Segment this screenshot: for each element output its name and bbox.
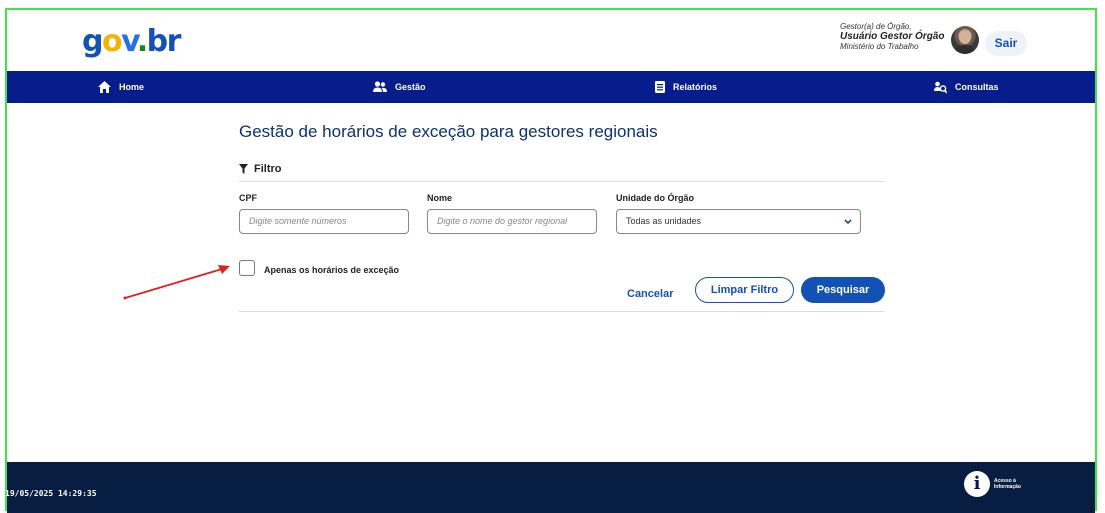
excecao-checkbox-label[interactable]: Apenas os horários de exceção (264, 265, 399, 275)
nav-label-consultas: Consultas (955, 82, 999, 92)
avatar[interactable] (951, 26, 979, 54)
unidade-label: Unidade do Órgão (616, 193, 695, 203)
app-window: gov.br Gestor(a) de Órgão, Usuário Gesto… (7, 10, 1095, 513)
info-icon: i (964, 471, 990, 497)
excecao-checkbox[interactable] (239, 260, 255, 276)
unidade-select[interactable]: Todas as unidades (616, 209, 861, 234)
govbr-logo[interactable]: gov.br (82, 24, 181, 59)
nav-item-gestao[interactable]: Gestão (373, 71, 426, 103)
header: gov.br Gestor(a) de Órgão, Usuário Gesto… (7, 10, 1095, 71)
nav-label-relatorios: Relatórios (673, 82, 718, 92)
search-users-icon (934, 81, 947, 93)
acesso-informacao-link[interactable]: i Acesso à Informação (964, 471, 1024, 497)
nav-item-home[interactable]: Home (98, 71, 144, 103)
user-org: Ministério do Trabalho (840, 42, 919, 51)
acesso-informacao-label: Acesso à Informação (994, 478, 1021, 490)
annotation-arrow-icon (123, 265, 230, 300)
clear-filter-button[interactable]: Limpar Filtro (695, 277, 794, 303)
search-button[interactable]: Pesquisar (801, 277, 885, 303)
cancel-button[interactable]: Cancelar (627, 281, 673, 307)
document-icon (655, 81, 665, 93)
nome-input[interactable]: Digite o nome do gestor regional (427, 209, 597, 234)
avatar-face (959, 31, 971, 44)
main-nav: Home Gestão Relatórios Consultas (7, 71, 1095, 103)
chevron-down-icon (844, 210, 852, 242)
filter-divider (239, 181, 885, 182)
page-title: Gestão de horários de exceção para gesto… (239, 122, 658, 141)
nav-label-home: Home (119, 82, 145, 92)
logout-button[interactable]: Sair (985, 31, 1027, 56)
home-icon (98, 81, 111, 93)
users-icon (373, 81, 387, 92)
filter-icon (239, 164, 248, 174)
nav-item-relatorios[interactable]: Relatórios (655, 71, 717, 103)
cpf-input[interactable]: Digite somente números (239, 209, 409, 234)
user-info: Gestor(a) de Órgão, Usuário Gestor Órgão… (840, 22, 944, 52)
footer (7, 462, 1095, 513)
filter-label: Filtro (254, 163, 282, 175)
user-name: Usuário Gestor Órgão (840, 31, 945, 42)
timestamp: 19/05/2025 14:29:35 (5, 489, 97, 498)
avatar-shirt (954, 45, 976, 54)
unidade-select-value: Todas as unidades (626, 216, 702, 226)
nav-item-consultas[interactable]: Consultas (934, 71, 999, 103)
nome-label: Nome (427, 193, 453, 203)
filter-heading: Filtro (239, 163, 282, 175)
cpf-label: CPF (239, 193, 257, 203)
nav-label-gestao: Gestão (395, 82, 426, 92)
form-divider (239, 311, 885, 312)
